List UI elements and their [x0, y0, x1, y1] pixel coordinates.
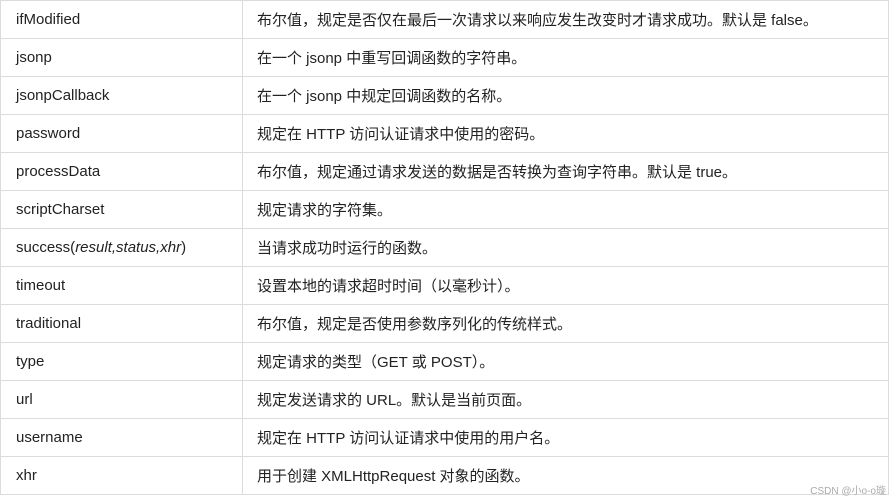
options-table: ifModified 布尔值，规定是否仅在最后一次请求以来响应发生改变时才请求成功… — [0, 0, 889, 495]
table-row: url 规定发送请求的 URL。默认是当前页面。 — [0, 380, 889, 419]
option-description: 设置本地的请求超时时间（以毫秒计）。 — [242, 266, 889, 305]
option-name: traditional — [0, 304, 243, 343]
table-row: username 规定在 HTTP 访问认证请求中使用的用户名。 — [0, 418, 889, 457]
option-name: jsonpCallback — [0, 76, 243, 115]
option-name: type — [0, 342, 243, 381]
option-name: timeout — [0, 266, 243, 305]
option-description: 规定请求的字符集。 — [242, 190, 889, 229]
option-description: 规定在 HTTP 访问认证请求中使用的用户名。 — [242, 418, 889, 457]
option-description: 布尔值，规定是否仅在最后一次请求以来响应发生改变时才请求成功。默认是 false… — [242, 0, 889, 39]
table-row: traditional 布尔值，规定是否使用参数序列化的传统样式。 — [0, 304, 889, 343]
table-row: xhr 用于创建 XMLHttpRequest 对象的函数。 — [0, 456, 889, 495]
option-description: 在一个 jsonp 中重写回调函数的字符串。 — [242, 38, 889, 77]
option-description: 规定发送请求的 URL。默认是当前页面。 — [242, 380, 889, 419]
table-row: timeout 设置本地的请求超时时间（以毫秒计）。 — [0, 266, 889, 305]
option-description: 在一个 jsonp 中规定回调函数的名称。 — [242, 76, 889, 115]
table-row: ifModified 布尔值，规定是否仅在最后一次请求以来响应发生改变时才请求成功… — [0, 0, 889, 39]
table-row: jsonpCallback 在一个 jsonp 中规定回调函数的名称。 — [0, 76, 889, 115]
option-description: 用于创建 XMLHttpRequest 对象的函数。 — [242, 456, 889, 495]
table-row: processData 布尔值，规定通过请求发送的数据是否转换为查询字符串。默认是… — [0, 152, 889, 191]
option-description: 规定在 HTTP 访问认证请求中使用的密码。 — [242, 114, 889, 153]
table-row: password 规定在 HTTP 访问认证请求中使用的密码。 — [0, 114, 889, 153]
table-row: success(result,status,xhr) 当请求成功时运行的函数。 — [0, 228, 889, 267]
option-name: url — [0, 380, 243, 419]
option-name: ifModified — [0, 0, 243, 39]
option-name: processData — [0, 152, 243, 191]
option-name: success(result,status,xhr) — [0, 228, 243, 267]
option-name: jsonp — [0, 38, 243, 77]
option-description: 布尔值，规定通过请求发送的数据是否转换为查询字符串。默认是 true。 — [242, 152, 889, 191]
table-row: type 规定请求的类型（GET 或 POST）。 — [0, 342, 889, 381]
option-description: 规定请求的类型（GET 或 POST）。 — [242, 342, 889, 381]
option-description: 布尔值，规定是否使用参数序列化的传统样式。 — [242, 304, 889, 343]
watermark: CSDN @小o-o璇 — [810, 486, 886, 497]
option-name: scriptCharset — [0, 190, 243, 229]
option-name: password — [0, 114, 243, 153]
option-description: 当请求成功时运行的函数。 — [242, 228, 889, 267]
table-row: scriptCharset 规定请求的字符集。 — [0, 190, 889, 229]
table-row: jsonp 在一个 jsonp 中重写回调函数的字符串。 — [0, 38, 889, 77]
option-name: xhr — [0, 456, 243, 495]
option-name: username — [0, 418, 243, 457]
